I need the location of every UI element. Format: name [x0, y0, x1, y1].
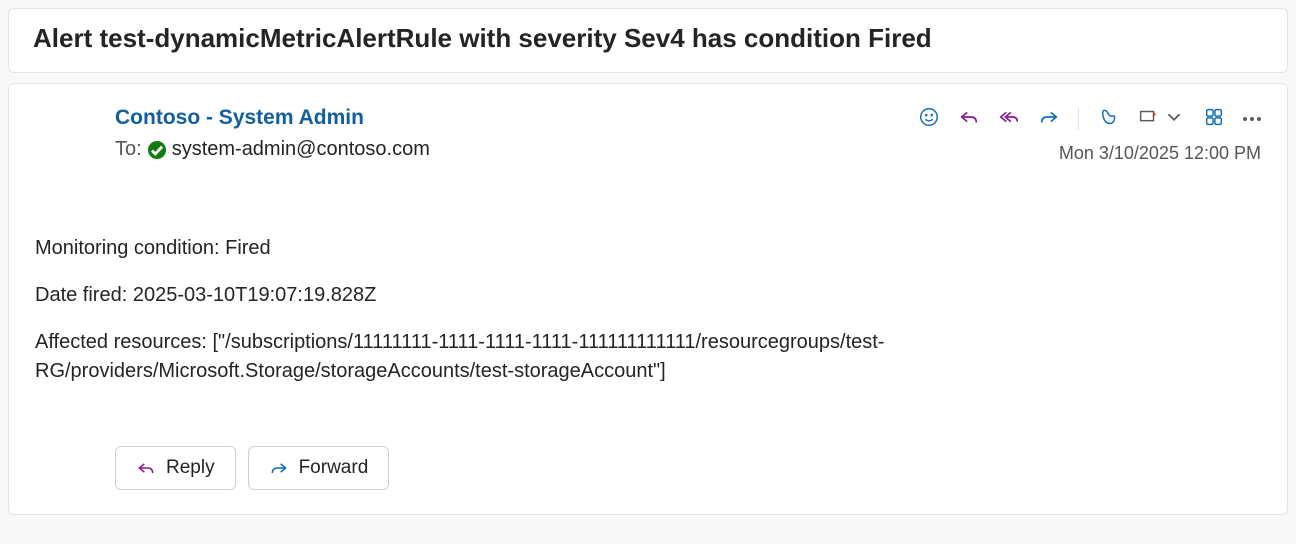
- forward-label: Forward: [299, 457, 369, 479]
- recipient-address[interactable]: system-admin@contoso.com: [172, 138, 430, 161]
- header-right: Mon 3/10/2025 12:00 PM: [918, 106, 1261, 164]
- message-toolbar: [918, 106, 1261, 131]
- react-button[interactable]: [918, 106, 940, 131]
- message-panel: Contoso - System Admin To: system-admin@…: [8, 83, 1288, 515]
- more-icon: [1243, 117, 1261, 121]
- forward-button[interactable]: [1038, 106, 1060, 131]
- copilot-icon: [1097, 106, 1119, 131]
- message-meta: Contoso - System Admin To: system-admin@…: [115, 106, 430, 161]
- subject-header: Alert test-dynamicMetricAlertRule with s…: [8, 8, 1288, 73]
- to-label: To:: [115, 138, 142, 161]
- body-line-date: Date fired: 2025-03-10T19:07:19.828Z: [35, 281, 1261, 310]
- forward-icon: [269, 458, 289, 478]
- reply-icon: [136, 458, 156, 478]
- reply-label: Reply: [166, 457, 215, 479]
- reply-all-button[interactable]: [998, 106, 1020, 131]
- forward-icon: [1038, 106, 1060, 131]
- flag-dropdown-button[interactable]: [1137, 106, 1185, 131]
- more-actions-button[interactable]: [1243, 117, 1261, 121]
- email-subject: Alert test-dynamicMetricAlertRule with s…: [33, 23, 1263, 54]
- toolbar-separator: [1078, 108, 1079, 130]
- action-buttons: Reply Forward: [115, 446, 1261, 490]
- copilot-button[interactable]: [1097, 106, 1119, 131]
- chevron-down-icon: [1163, 106, 1185, 131]
- to-row: To: system-admin@contoso.com: [115, 138, 430, 161]
- apps-grid-icon: [1203, 106, 1225, 131]
- presence-indicator-icon: [148, 141, 166, 159]
- reply-button[interactable]: [958, 106, 980, 131]
- apps-button[interactable]: [1203, 106, 1225, 131]
- message-timestamp: Mon 3/10/2025 12:00 PM: [918, 143, 1261, 164]
- reply-action-button[interactable]: Reply: [115, 446, 236, 490]
- sender-name[interactable]: Contoso - System Admin: [115, 106, 430, 130]
- reply-all-icon: [998, 106, 1020, 131]
- message-header: Contoso - System Admin To: system-admin@…: [35, 106, 1261, 164]
- reply-icon: [958, 106, 980, 131]
- forward-action-button[interactable]: Forward: [248, 446, 390, 490]
- message-body: Monitoring condition: Fired Date fired: …: [35, 234, 1261, 386]
- body-line-condition: Monitoring condition: Fired: [35, 234, 1261, 263]
- smiley-icon: [918, 106, 940, 131]
- body-line-resources: Affected resources: ["/subscriptions/111…: [35, 328, 1261, 386]
- flag-icon: [1137, 106, 1159, 131]
